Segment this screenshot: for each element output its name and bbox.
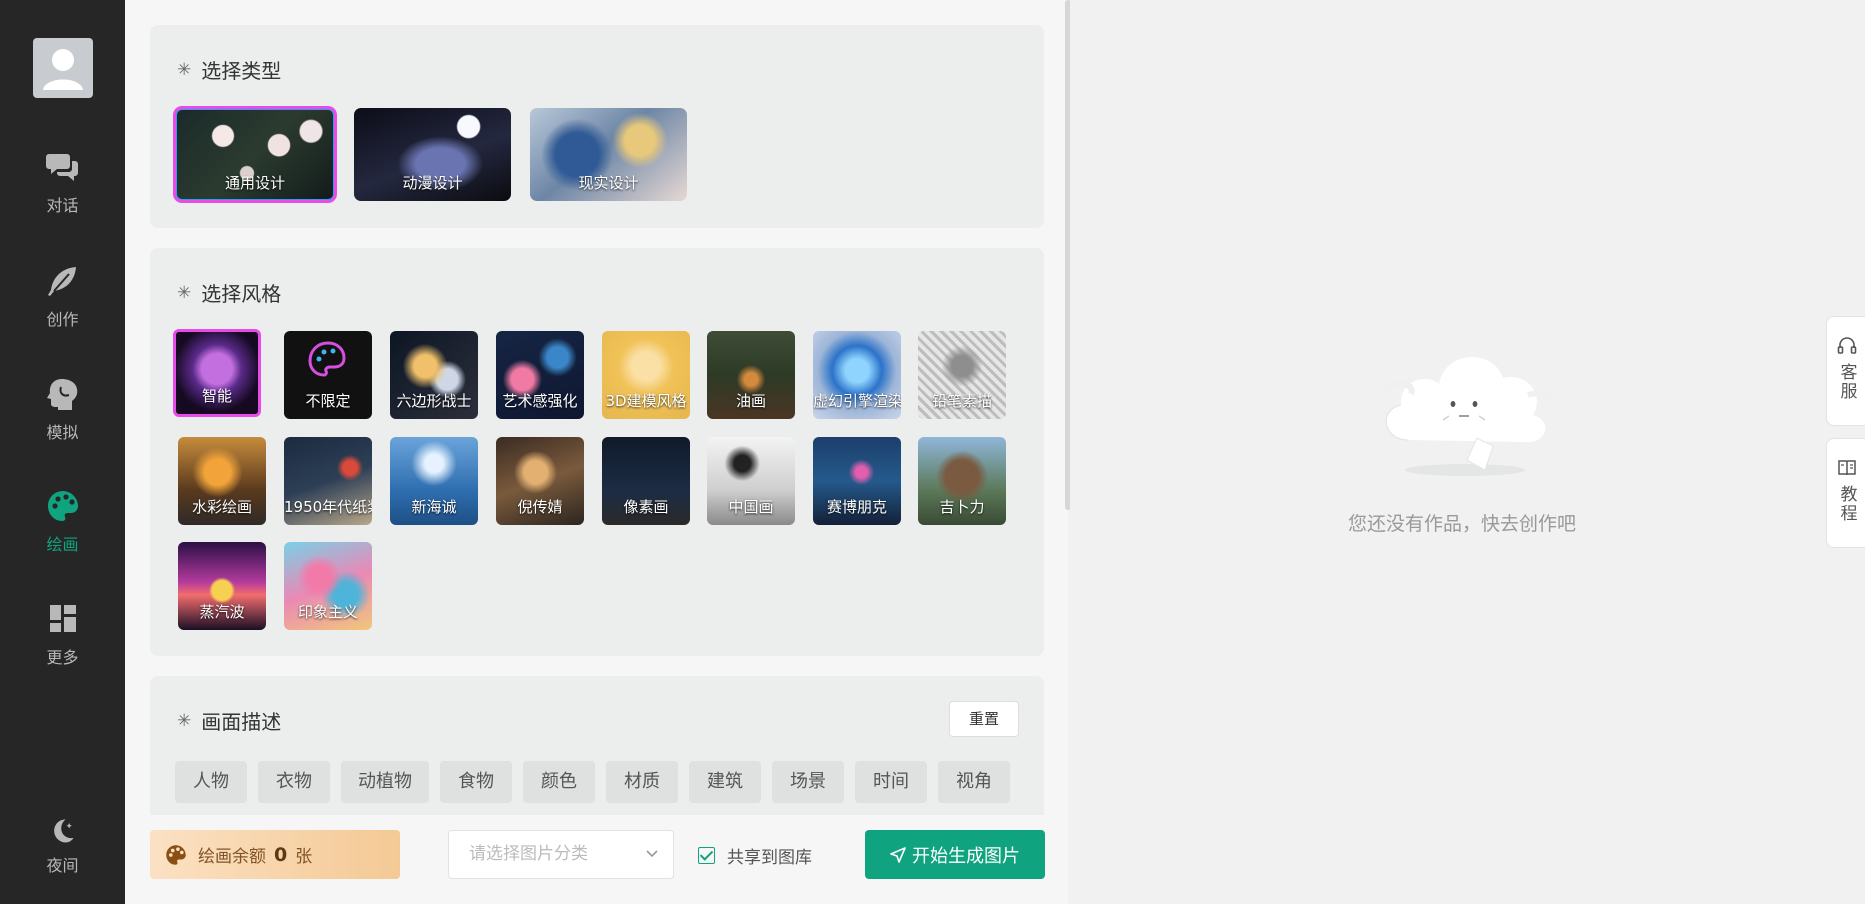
tag-animals-plants[interactable]: 动植物: [341, 761, 429, 803]
tag-time[interactable]: 时间: [855, 761, 927, 803]
type-tile-label: 动漫设计: [402, 174, 463, 192]
chat-bubbles-icon: [45, 154, 78, 181]
type-tile-label: 通用设计: [224, 174, 285, 192]
tag-perspective[interactable]: 视角: [938, 761, 1010, 803]
asterisk-icon: ✳: [177, 59, 192, 80]
style-tile-cyberpunk[interactable]: 赛博朋克: [813, 437, 901, 525]
style-tile-pencil-sketch[interactable]: 铅笔素描: [918, 331, 1006, 419]
style-tile-watercolor[interactable]: 水彩绘画: [178, 437, 266, 525]
palette-icon: [166, 844, 186, 865]
category-select[interactable]: 请选择图片分类: [448, 830, 674, 879]
empty-cloud-illustration-icon: [1381, 356, 1555, 476]
moon-icon: [53, 819, 74, 843]
category-select-placeholder: 请选择图片分类: [469, 844, 588, 864]
type-tile-realistic[interactable]: 现实设计: [530, 108, 687, 201]
style-tile-unreal-render[interactable]: 虚幻引擎渲染: [813, 331, 901, 419]
tag-person[interactable]: 人物: [175, 761, 247, 803]
quota-label: 绘画余额: [198, 847, 266, 867]
works-panel: [1070, 0, 1865, 904]
head-silhouette-icon: [46, 379, 77, 410]
book-icon: [1838, 460, 1856, 476]
style-section-title: ✳ 选择风格: [177, 282, 282, 306]
sidebar-item-more[interactable]: 更多: [0, 602, 125, 692]
style-tile-vaporwave[interactable]: 蒸汽波: [178, 542, 266, 630]
style-tile-pixel-art[interactable]: 像素画: [602, 437, 690, 525]
asterisk-icon: ✳: [177, 282, 192, 303]
tutorial-button[interactable]: 教程: [1826, 438, 1865, 548]
style-section: ✳ 选择风格 智能 不限定 六边形战士 艺术感强化 3D建模风格 油画 虚幻引擎…: [150, 248, 1044, 656]
style-tile-1950s-pulp[interactable]: 1950年代纸浆: [284, 437, 372, 525]
sidebar-item-chat[interactable]: 对话: [0, 150, 125, 240]
type-tile-anime[interactable]: 动漫设计: [354, 108, 511, 201]
reset-button[interactable]: 重置: [949, 701, 1019, 737]
quota-value: 0: [274, 843, 288, 866]
sidebar-item-label: 创作: [46, 310, 79, 329]
style-tile-art-enhance[interactable]: 艺术感强化: [496, 331, 584, 419]
sidebar-item-label: 模拟: [46, 423, 79, 442]
style-tile-hexagon-warrior[interactable]: 六边形战士: [390, 331, 478, 419]
quota-badge: 绘画余额 0 张: [150, 830, 400, 879]
style-tile-chinese-painting[interactable]: 中国画: [707, 437, 795, 525]
night-mode-label: 夜间: [46, 856, 79, 875]
empty-state-text: 您还没有作品，快去创作吧: [1348, 513, 1577, 535]
send-arrow-icon: [890, 846, 906, 863]
sidebar-item-simulate[interactable]: 模拟: [0, 377, 125, 467]
tag-building[interactable]: 建筑: [689, 761, 761, 803]
style-tile-ni-chuanjing[interactable]: 倪传婧: [496, 437, 584, 525]
feather-icon: [47, 267, 76, 296]
palette-icon: [47, 491, 78, 521]
style-tile-unlimited[interactable]: 不限定: [284, 331, 372, 419]
headset-icon: [1837, 337, 1857, 354]
customer-service-button[interactable]: 客服: [1826, 316, 1865, 426]
tutorial-label: 教程: [1836, 485, 1857, 523]
tag-food[interactable]: 食物: [440, 761, 512, 803]
sidebar-item-label: 对话: [46, 196, 79, 215]
sidebar-item-create[interactable]: 创作: [0, 264, 125, 354]
share-label: 共享到图库: [727, 848, 812, 868]
type-tile-label: 现实设计: [578, 174, 639, 192]
checkbox-checked-icon[interactable]: [698, 847, 715, 864]
sidebar: 对话 创作 模拟 绘画 更多 夜间: [0, 0, 125, 904]
style-tile-3d-model[interactable]: 3D建模风格: [602, 331, 690, 419]
sidebar-item-paint[interactable]: 绘画: [0, 489, 125, 579]
avatar[interactable]: [33, 38, 93, 98]
style-tile-ghibli[interactable]: 吉卜力: [918, 437, 1006, 525]
tag-clothing[interactable]: 衣物: [258, 761, 330, 803]
main-panel: ✳ 选择类型 通用设计 动漫设计 现实设计 ✳ 选择风格 智能 不限定 六边形战…: [125, 0, 1068, 904]
customer-service-label: 客服: [1836, 363, 1857, 401]
night-mode-toggle[interactable]: 夜间: [0, 816, 125, 886]
type-tile-general[interactable]: 通用设计: [173, 106, 337, 203]
style-tile-impressionism[interactable]: 印象主义: [284, 542, 372, 630]
generate-image-button[interactable]: 开始生成图片: [865, 830, 1045, 879]
tag-material[interactable]: 材质: [606, 761, 678, 803]
asterisk-icon: ✳: [177, 710, 192, 731]
sidebar-item-label: 绘画: [46, 535, 79, 554]
type-section-title: ✳ 选择类型: [177, 59, 282, 83]
style-tile-oil-painting[interactable]: 油画: [707, 331, 795, 419]
sidebar-item-label: 更多: [46, 648, 79, 667]
generate-label: 开始生成图片: [912, 845, 1020, 867]
user-avatar-icon: [43, 49, 83, 90]
quota-unit: 张: [295, 847, 313, 867]
description-section: ✳ 画面描述 重置 人物 衣物 动植物 食物 颜色 材质 建筑 场景 时间 视角: [150, 676, 1044, 836]
type-section: ✳ 选择类型 通用设计 动漫设计 现实设计: [150, 25, 1044, 228]
chevron-down-icon: [645, 831, 659, 898]
bottom-bar: 绘画余额 0 张 请选择图片分类 共享到图库 开始生成图片: [125, 815, 1068, 904]
tag-scene[interactable]: 场景: [772, 761, 844, 803]
share-to-gallery-checkbox[interactable]: 共享到图库: [698, 843, 812, 868]
grid-icon: [49, 605, 76, 632]
description-section-title: ✳ 画面描述: [177, 710, 282, 734]
style-tile-shinkai[interactable]: 新海诚: [390, 437, 478, 525]
palette-icon: [308, 341, 346, 377]
style-tile-smart[interactable]: 智能: [173, 329, 261, 417]
tag-color[interactable]: 颜色: [523, 761, 595, 803]
